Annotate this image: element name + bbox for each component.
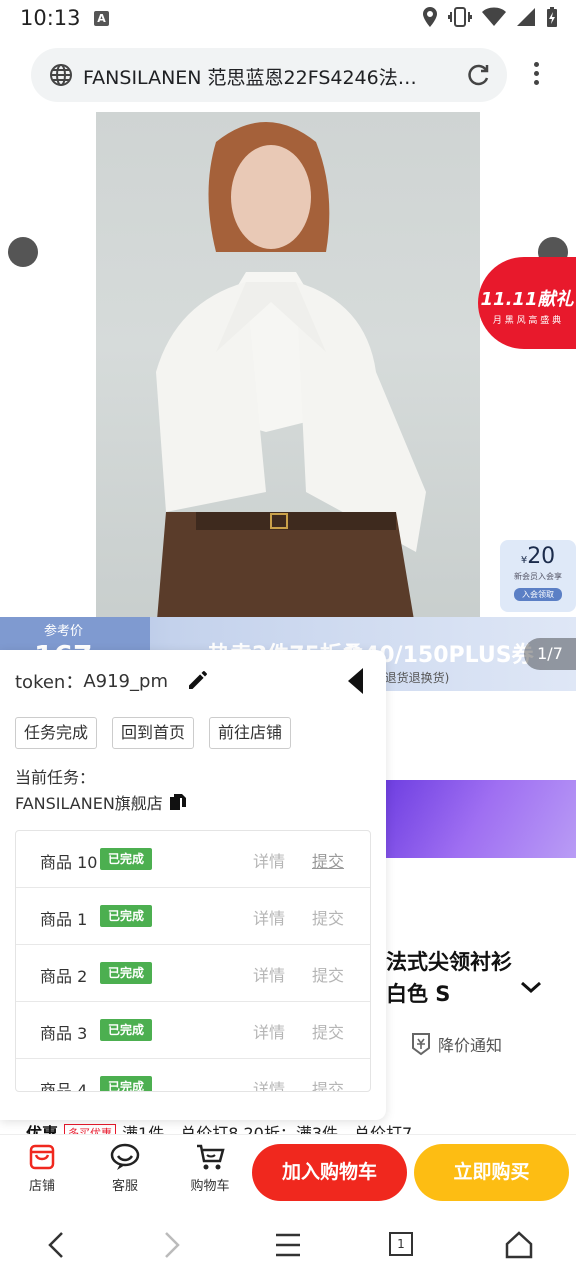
- notify-label: 降价通知: [438, 1036, 503, 1055]
- member-coupon-card[interactable]: ¥20 新会员入会享 入会领取: [500, 540, 576, 612]
- price-tag-icon: [412, 1033, 430, 1056]
- list-item: 商品 3 已完成 详情 提交: [16, 1002, 370, 1059]
- panel-button-row: 任务完成 回到首页 前往店铺: [15, 717, 292, 749]
- globe-icon: [50, 64, 72, 86]
- token-row: token： A919_pm: [15, 668, 168, 694]
- task-item-list[interactable]: 商品 10 已完成 详情 提交 商品 1 已完成 详情 提交 商品 2 已完成 …: [15, 830, 371, 1092]
- bottom-action-bar: 店铺 客服 购物车 加入购物车 立即购买: [0, 1134, 576, 1210]
- home-icon[interactable]: [504, 1230, 534, 1260]
- system-nav-bar: 1: [0, 1210, 576, 1280]
- list-item: 商品 1 已完成 详情 提交: [16, 888, 370, 945]
- coupon-value: ¥20: [520, 544, 556, 569]
- token-value: A919_pm: [83, 670, 168, 692]
- status-badge: 已完成: [100, 962, 153, 984]
- detail-link[interactable]: 详情: [253, 1076, 285, 1091]
- pencil-icon[interactable]: [186, 668, 210, 692]
- model-illustration: [156, 122, 426, 632]
- reload-icon[interactable]: [465, 62, 491, 88]
- product-image[interactable]: [0, 112, 576, 632]
- battery-icon: [547, 7, 557, 27]
- signal-icon: [517, 8, 535, 26]
- item-name: 商品 10: [40, 853, 98, 872]
- cart-nav-button[interactable]: 购物车: [180, 1143, 240, 1194]
- copy-icon[interactable]: [169, 793, 187, 811]
- task-shop-name: FANSILANEN旗舰店: [15, 794, 163, 813]
- page: 10:13 A FANSILANEN 范思蓝恩22FS4246法… 11.11献…: [0, 0, 576, 1280]
- status-time: 10:13: [20, 6, 81, 30]
- banner-sub-text: (退货退换货): [380, 671, 450, 685]
- promo-main-text: 11.11献礼: [480, 289, 574, 310]
- cart-label: 购物车: [190, 1179, 230, 1194]
- back-home-button[interactable]: 回到首页: [112, 717, 195, 749]
- current-task-label: 当前任务：: [15, 768, 96, 787]
- browser-menu-icon[interactable]: [524, 58, 548, 92]
- status-bar: 10:13 A: [0, 0, 576, 36]
- detail-link[interactable]: 详情: [253, 962, 285, 986]
- list-item: 商品 10 已完成 详情 提交: [16, 831, 370, 888]
- double11-promo-badge[interactable]: 11.11献礼 月 黑 风 高 盛 典: [478, 257, 576, 349]
- submit-link[interactable]: 提交: [312, 1019, 344, 1043]
- shop-label: 店铺: [28, 1179, 55, 1194]
- item-name: 商品 3: [40, 1024, 88, 1043]
- buy-now-button[interactable]: 立即购买: [414, 1144, 569, 1201]
- list-item: 商品 2 已完成 详情 提交: [16, 945, 370, 1002]
- coupon-claim-button[interactable]: 入会领取: [514, 588, 562, 601]
- token-label: token：: [15, 672, 84, 693]
- chat-icon: [110, 1143, 140, 1170]
- collapse-panel-icon[interactable]: [348, 668, 363, 694]
- item-name: 商品 1: [40, 910, 88, 929]
- status-badge: 已完成: [100, 1076, 153, 1091]
- url-title[interactable]: FANSILANEN 范思蓝恩22FS4246法…: [83, 63, 463, 90]
- shop-nav-button[interactable]: 店铺: [12, 1143, 72, 1194]
- submit-link[interactable]: 提交: [312, 905, 344, 929]
- tabs-count-icon[interactable]: 1: [389, 1232, 413, 1256]
- status-icons: [422, 6, 558, 28]
- item-name: 商品 2: [40, 967, 88, 986]
- price-drop-notify[interactable]: 降价通知: [410, 1032, 502, 1056]
- product-photo: [96, 112, 480, 632]
- list-item: 商品 4 已完成 详情 提交: [16, 1059, 370, 1092]
- back-arrow-icon[interactable]: [44, 1230, 68, 1260]
- service-nav-button[interactable]: 客服: [95, 1143, 155, 1194]
- go-shop-button[interactable]: 前往店铺: [209, 717, 292, 749]
- status-badge: 已完成: [100, 905, 153, 927]
- product-title: 法式尖领衬衫 白色 S: [386, 946, 512, 1010]
- detail-link[interactable]: 详情: [253, 905, 285, 929]
- detail-link[interactable]: 详情: [253, 848, 285, 872]
- chevron-down-icon[interactable]: [520, 980, 542, 994]
- ref-price-label: 参考价: [44, 624, 84, 639]
- product-title-line2: 白色 S: [386, 982, 451, 1006]
- image-page-indicator: 1/7: [524, 638, 576, 670]
- product-title-line1: 法式尖领衬衫: [386, 950, 512, 974]
- promo-strip-banner[interactable]: [380, 780, 576, 858]
- submit-link[interactable]: 提交: [312, 848, 344, 872]
- status-badge: 已完成: [100, 1019, 153, 1041]
- vibrate-icon: [448, 7, 472, 27]
- submit-link[interactable]: 提交: [312, 1076, 344, 1091]
- status-badge: 已完成: [100, 848, 153, 870]
- url-bar[interactable]: FANSILANEN 范思蓝恩22FS4246法…: [31, 48, 507, 102]
- item-name: 商品 4: [40, 1081, 88, 1092]
- add-to-cart-button[interactable]: 加入购物车: [252, 1144, 407, 1201]
- coupon-text: 新会员入会享: [514, 572, 562, 581]
- current-task-shop: FANSILANEN旗舰店: [15, 790, 187, 814]
- promo-sub-text: 月 黑 风 高 盛 典: [492, 316, 562, 326]
- task-panel: token： A919_pm 任务完成 回到首页 前往店铺 当前任务： FANS…: [0, 650, 386, 1120]
- detail-link[interactable]: 详情: [253, 1019, 285, 1043]
- hamburger-menu-icon[interactable]: [274, 1230, 302, 1260]
- service-label: 客服: [111, 1179, 138, 1194]
- wifi-icon: [482, 7, 506, 26]
- submit-link[interactable]: 提交: [312, 962, 344, 986]
- notification-a-icon: A: [94, 11, 109, 26]
- shop-icon: [29, 1144, 55, 1170]
- task-complete-button[interactable]: 任务完成: [15, 717, 98, 749]
- back-icon[interactable]: [8, 237, 38, 267]
- forward-arrow-icon[interactable]: [160, 1230, 184, 1260]
- cart-icon: [197, 1144, 225, 1170]
- location-icon: [423, 7, 437, 27]
